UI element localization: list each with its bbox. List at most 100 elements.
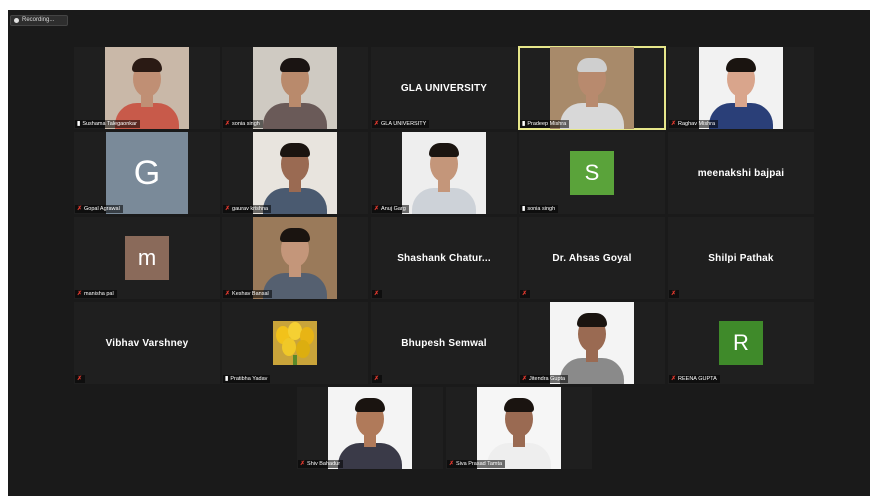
participant-name: Siva Prasad Tamta bbox=[456, 461, 503, 467]
participant-name-bar: ✗ Raghav Mishra bbox=[669, 120, 719, 128]
participant-tile[interactable]: ✗ gaurav krishna bbox=[222, 132, 368, 214]
mic-muted-icon: ✗ bbox=[449, 461, 455, 467]
participant-name-bar: ✗ Jitendra Gupta bbox=[520, 375, 569, 383]
tulip-image bbox=[276, 322, 314, 365]
participant-avatar: G bbox=[106, 132, 188, 214]
participant-hair bbox=[132, 58, 162, 72]
participant-tile[interactable]: Bhupesh Semwal ✗ bbox=[371, 302, 517, 384]
participant-name-bar: ▮ Pratibha Yadav bbox=[223, 375, 271, 383]
participant-video bbox=[402, 132, 486, 214]
participant-avatar: m bbox=[125, 236, 169, 280]
mic-muted-icon: ✗ bbox=[374, 121, 380, 127]
mic-muted-icon: ✗ bbox=[77, 376, 83, 382]
avatar-initial: S bbox=[584, 160, 600, 185]
participant-video bbox=[105, 47, 189, 129]
participant-display-name: Shilpi Pathak bbox=[708, 252, 774, 264]
participant-avatar: R bbox=[719, 321, 763, 365]
participant-tile[interactable]: ✗ Jitendra Gupta bbox=[519, 302, 665, 384]
participant-tile[interactable]: ✗ Shiv Bahadur bbox=[297, 387, 443, 469]
participant-name: Raghav Mishra bbox=[678, 121, 716, 127]
participant-name-bar: ✗ bbox=[372, 290, 383, 298]
participant-name: GLA UNIVERSITY bbox=[381, 121, 427, 127]
participant-tile[interactable]: m ✗ manisha pal bbox=[74, 217, 220, 299]
mic-muted-icon: ✗ bbox=[671, 376, 677, 382]
participant-hair bbox=[504, 398, 534, 412]
participant-name: Sushama Talegaonkar bbox=[82, 121, 137, 127]
mic-muted-icon: ✗ bbox=[671, 121, 677, 127]
mic-muted-icon: ✗ bbox=[77, 291, 83, 297]
participant-video bbox=[699, 47, 783, 129]
mic-muted-icon: ✗ bbox=[225, 291, 231, 297]
participant-tile[interactable]: ✗ Raghav Mishra bbox=[668, 47, 814, 129]
participant-name: sonia singh bbox=[527, 206, 556, 212]
participant-name: Pratibha Yadav bbox=[230, 376, 268, 382]
participant-tile[interactable]: Vibhav Varshney ✗ bbox=[74, 302, 220, 384]
participant-tile[interactable]: ▮ Pratibha Yadav bbox=[222, 302, 368, 384]
mic-muted-icon: ✗ bbox=[374, 291, 380, 297]
participant-video bbox=[550, 302, 634, 384]
participant-hair bbox=[355, 398, 385, 412]
participant-tile[interactable]: G ✗ Gopal Agrawal bbox=[74, 132, 220, 214]
mic-muted-icon: ✗ bbox=[671, 291, 677, 297]
participant-name-bar: ▮ Pradeep Mishra bbox=[520, 120, 570, 128]
participant-tile[interactable]: ▮ Pradeep Mishra bbox=[518, 46, 666, 130]
participant-avatar: S bbox=[570, 151, 614, 195]
participant-tile[interactable]: ✗ Keshav Bansal bbox=[222, 217, 368, 299]
participant-display-name: meenakshi bajpai bbox=[697, 167, 785, 179]
participant-name-bar: ✗ bbox=[372, 375, 383, 383]
participant-name: REENA GUPTA bbox=[678, 376, 717, 382]
participant-video bbox=[550, 47, 634, 129]
participant-name-bar: ✗ Siva Prasad Tamta bbox=[447, 460, 506, 468]
recording-label: Recording... bbox=[22, 17, 55, 23]
participant-tile[interactable]: ✗ sonia singh bbox=[222, 47, 368, 129]
participant-tile[interactable]: meenakshi bajpai bbox=[668, 132, 814, 214]
participant-name: Keshav Bansal bbox=[232, 291, 269, 297]
participant-name-bar: ✗ bbox=[669, 290, 680, 298]
participant-name: Gopal Agrawal bbox=[84, 206, 120, 212]
participant-tile[interactable]: Shashank Chatur... ✗ bbox=[371, 217, 517, 299]
participant-name-bar: ✗ bbox=[75, 375, 86, 383]
avatar-initial: G bbox=[133, 153, 161, 192]
participant-name-bar: ▮ sonia singh bbox=[520, 205, 559, 213]
participant-hair bbox=[726, 58, 756, 72]
participant-video bbox=[253, 217, 337, 299]
participant-name: sonia singh bbox=[232, 121, 260, 127]
participant-video bbox=[328, 387, 412, 469]
participant-tile[interactable]: R ✗ REENA GUPTA bbox=[668, 302, 814, 384]
participant-tile[interactable]: ✗ Siva Prasad Tamta bbox=[446, 387, 592, 469]
participant-name: manisha pal bbox=[84, 291, 114, 297]
recording-indicator[interactable]: Recording... bbox=[10, 15, 68, 26]
participant-hair bbox=[280, 143, 310, 157]
mic-muted-icon: ✗ bbox=[522, 376, 528, 382]
participant-name-bar: ✗ Keshav Bansal bbox=[223, 290, 272, 298]
participant-tile[interactable]: Dr. Ahsas Goyal ✗ bbox=[519, 217, 665, 299]
participant-name: gaurav krishna bbox=[232, 206, 269, 212]
participant-hair bbox=[577, 313, 607, 327]
participant-hair bbox=[280, 228, 310, 242]
participant-name-bar: ✗ manisha pal bbox=[75, 290, 117, 298]
participant-name-bar: ✗ Shiv Bahadur bbox=[298, 460, 344, 468]
participant-tile[interactable]: GLA UNIVERSITY ✗ GLA UNIVERSITY bbox=[371, 47, 517, 129]
mic-muted-icon: ✗ bbox=[374, 206, 380, 212]
mic-icon: ▮ bbox=[522, 121, 526, 127]
participant-name: Pradeep Mishra bbox=[527, 121, 567, 127]
mic-muted-icon: ✗ bbox=[225, 121, 231, 127]
participant-tile[interactable]: ▮ Sushama Talegaonkar bbox=[74, 47, 220, 129]
participant-display-name: Bhupesh Semwal bbox=[401, 337, 487, 349]
mic-muted-icon: ✗ bbox=[300, 461, 306, 467]
zoom-gallery-view: Recording... ▮ Sushama Talegaonkar ✗ sonia … bbox=[8, 10, 870, 496]
participant-tile[interactable]: Shilpi Pathak ✗ bbox=[668, 217, 814, 299]
mic-icon: ▮ bbox=[522, 206, 526, 212]
mic-icon: ▮ bbox=[225, 376, 229, 382]
participant-name: Anuj Garg bbox=[381, 206, 406, 212]
participant-video bbox=[253, 47, 337, 129]
participant-tile[interactable]: ✗ Anuj Garg bbox=[371, 132, 517, 214]
participant-display-name: Vibhav Varshney bbox=[105, 337, 189, 349]
participant-tile[interactable]: S ▮ sonia singh bbox=[519, 132, 665, 214]
participant-name-bar: ✗ Anuj Garg bbox=[372, 205, 409, 213]
mic-muted-icon: ✗ bbox=[77, 206, 83, 212]
participant-name-bar: ✗ REENA GUPTA bbox=[669, 375, 720, 383]
participant-display-name: Shashank Chatur... bbox=[397, 252, 491, 264]
participant-name: Shiv Bahadur bbox=[307, 461, 341, 467]
participant-name-bar: ✗ bbox=[520, 290, 531, 298]
